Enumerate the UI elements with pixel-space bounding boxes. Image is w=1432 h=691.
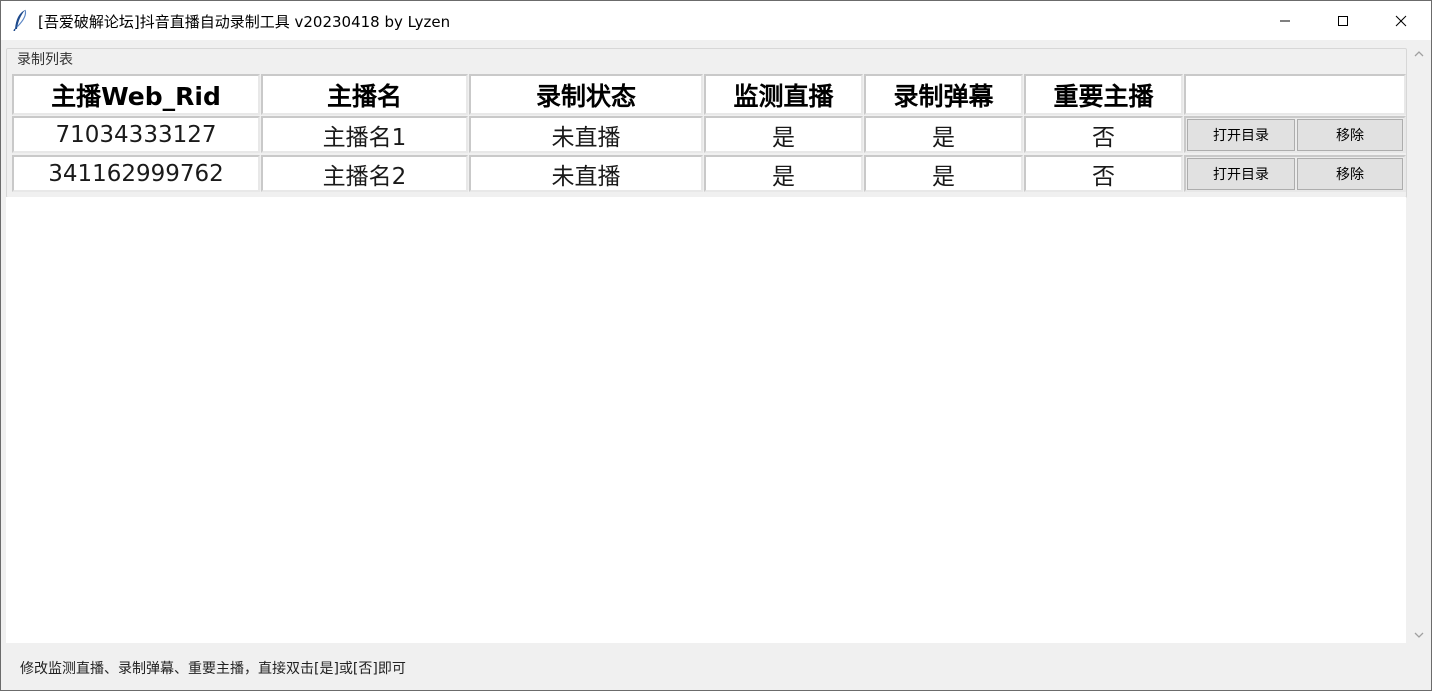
scroll-up-icon[interactable]	[1413, 47, 1425, 59]
row1-web-rid: 71034333127	[12, 116, 260, 153]
minimize-button[interactable]	[1256, 1, 1314, 40]
row1-status: 未直播	[469, 116, 703, 153]
maximize-button[interactable]	[1314, 1, 1372, 40]
window-title: [吾爱破解论坛]抖音直播自动录制工具 v20230418 by Lyzen	[38, 13, 451, 31]
row1-danmaku-toggle[interactable]: 是	[864, 116, 1023, 153]
row1-important-toggle[interactable]: 否	[1024, 116, 1183, 153]
row2-monitor-toggle[interactable]: 是	[704, 155, 863, 192]
row2-name: 主播名2	[261, 155, 468, 192]
title-bar[interactable]: [吾爱破解论坛]抖音直播自动录制工具 v20230418 by Lyzen	[1, 1, 1431, 40]
scroll-down-icon[interactable]	[1413, 629, 1425, 641]
header-status: 录制状态	[469, 74, 703, 115]
header-actions	[1184, 74, 1406, 115]
maximize-icon	[1338, 15, 1348, 26]
close-button[interactable]	[1372, 1, 1430, 40]
header-monitor: 监测直播	[704, 74, 863, 115]
row1-name: 主播名1	[261, 116, 468, 153]
row2-important-toggle[interactable]: 否	[1024, 155, 1183, 192]
row2-open-dir-button[interactable]: 打开目录	[1187, 158, 1295, 190]
vertical-scrollbar[interactable]	[1407, 41, 1431, 645]
feather-icon	[11, 9, 31, 32]
row2-status: 未直播	[469, 155, 703, 192]
recording-list-label: 录制列表	[15, 49, 75, 69]
row2-remove-button[interactable]: 移除	[1297, 158, 1403, 190]
header-important: 重要主播	[1024, 74, 1183, 115]
row1-remove-button[interactable]: 移除	[1297, 119, 1403, 151]
app-window: [吾爱破解论坛]抖音直播自动录制工具 v20230418 by Lyzen 录制…	[0, 0, 1432, 691]
header-web-rid: 主播Web_Rid	[12, 74, 260, 115]
row2-danmaku-toggle[interactable]: 是	[864, 155, 1023, 192]
row1-monitor-toggle[interactable]: 是	[704, 116, 863, 153]
row2-web-rid: 341162999762	[12, 155, 260, 192]
list-scroll-area[interactable]	[6, 197, 1406, 643]
row1-open-dir-button[interactable]: 打开目录	[1187, 119, 1295, 151]
minimize-icon	[1280, 20, 1290, 21]
close-icon	[1395, 15, 1407, 26]
header-danmaku: 录制弹幕	[864, 74, 1023, 115]
status-hint: 修改监测直播、录制弹幕、重要主播，直接双击[是]或[否]即可	[20, 661, 406, 677]
header-name: 主播名	[261, 74, 468, 115]
